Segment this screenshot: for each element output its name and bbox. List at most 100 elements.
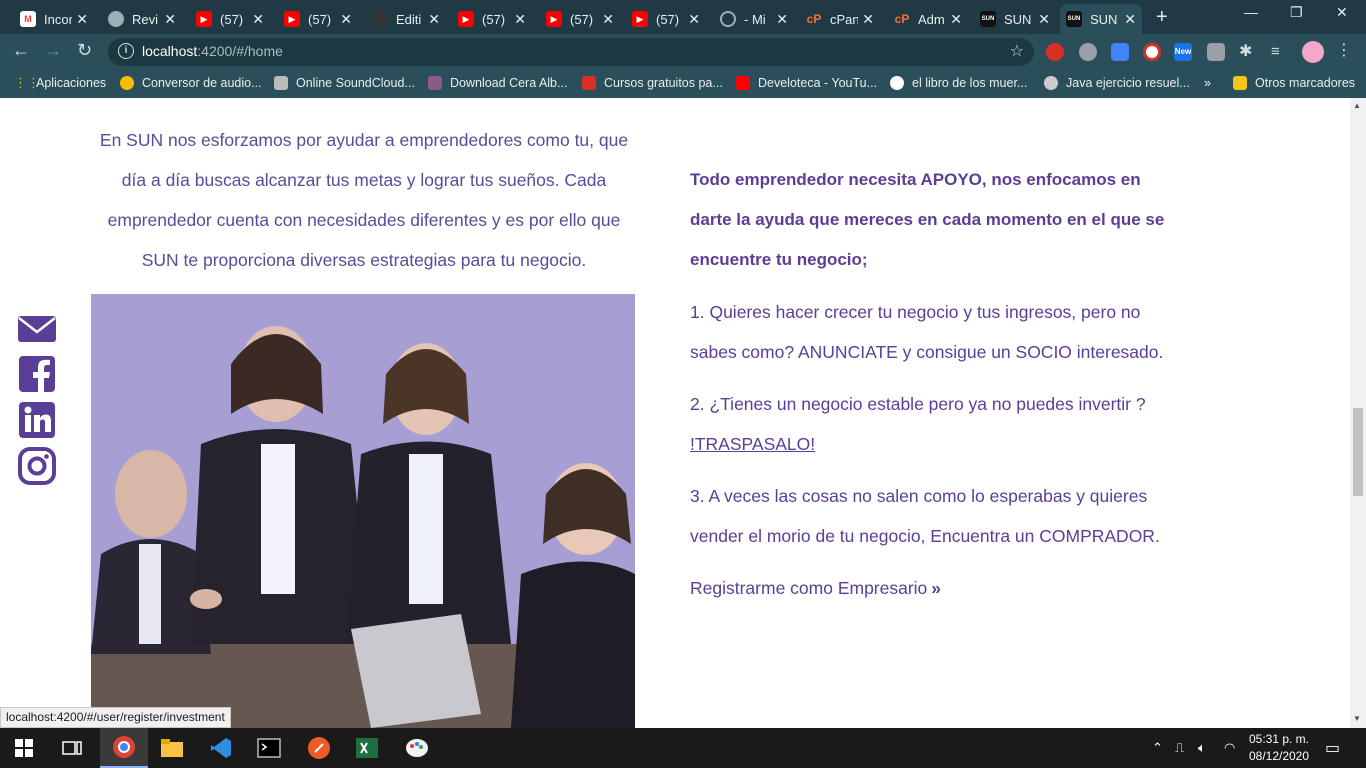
tab-5[interactable]: ▶ (57) ✕ [452, 4, 532, 34]
tab-7[interactable]: ▶ (57) ✕ [626, 4, 706, 34]
linkedin-icon[interactable] [17, 400, 57, 440]
notifications-icon[interactable]: ▭ [1325, 738, 1340, 758]
bookmark-7[interactable]: Java ejercicio resuel... [1044, 76, 1190, 90]
close-icon[interactable]: ✕ [1124, 11, 1136, 28]
close-icon[interactable]: ✕ [76, 11, 88, 28]
close-icon[interactable]: ✕ [602, 11, 614, 28]
scrollbar-thumb[interactable] [1353, 408, 1363, 496]
close-icon[interactable]: ✕ [950, 11, 962, 28]
close-icon[interactable]: ✕ [428, 11, 440, 28]
traspasalo-link[interactable]: !TRASPASALO! [690, 434, 815, 454]
translate-extension-icon[interactable] [1111, 43, 1129, 61]
soundcloud-icon [274, 76, 288, 90]
bookmark-3[interactable]: Download Cera Alb... [428, 76, 567, 90]
paint-icon[interactable] [393, 728, 441, 768]
page-scrollbar[interactable]: ▲ ▼ [1350, 98, 1366, 728]
tab-1[interactable]: Revi ✕ [102, 4, 182, 34]
bookmark-1[interactable]: Conversor de audio... [120, 76, 262, 90]
sun-icon: SUN [980, 11, 996, 27]
reload-icon[interactable]: ↻ [77, 40, 92, 61]
bookmarks-more[interactable]: » [1204, 76, 1211, 90]
bookmark-star-icon[interactable]: ☆ [1010, 41, 1024, 61]
spiral-icon [720, 11, 736, 27]
adblock-extension-icon[interactable] [1046, 43, 1064, 61]
media-queue-icon[interactable]: ≡ [1271, 43, 1289, 61]
download-icon [428, 76, 442, 90]
scroll-down-icon[interactable]: ▼ [1353, 714, 1361, 723]
facebook-icon[interactable] [17, 354, 57, 394]
chevron-up-icon[interactable]: ⌃ [1152, 740, 1163, 756]
social-links [17, 308, 59, 492]
bookmark-2[interactable]: Online SoundCloud... [274, 76, 415, 90]
close-icon[interactable]: ✕ [776, 11, 788, 28]
vscode-icon[interactable] [197, 728, 245, 768]
close-icon[interactable]: ✕ [340, 11, 352, 28]
gmail-icon: M [20, 11, 36, 27]
tab-6[interactable]: ▶ (57) ✕ [540, 4, 620, 34]
tab-12-active[interactable]: SUN SUN ✕ [1060, 4, 1142, 34]
bookmark-label: Online SoundCloud... [296, 76, 415, 90]
new-tab-icon[interactable]: + [1156, 6, 1168, 29]
tab-title: (57) [482, 11, 506, 27]
forward-icon[interactable]: → [44, 40, 62, 61]
network-icon[interactable]: ⎍ [1175, 740, 1184, 756]
new-badge-label: New [1174, 47, 1192, 56]
cpanel-icon: cP [806, 12, 822, 26]
system-clock[interactable]: 05:31 p. m. 08/12/2020 [1244, 731, 1314, 765]
tab-8[interactable]: - Mi ✕ [714, 4, 794, 34]
bookmark-5[interactable]: Develoteca - YouTu... [736, 76, 877, 90]
new-badge-extension-icon[interactable]: New [1174, 43, 1192, 61]
tab-9[interactable]: cP cPan ✕ [800, 4, 880, 34]
tab-4[interactable]: Editi ✕ [366, 4, 446, 34]
info-icon[interactable]: i [118, 43, 134, 59]
back-icon[interactable]: ← [12, 40, 30, 61]
bookmark-6[interactable]: el libro de los muer... [890, 76, 1027, 90]
close-icon[interactable]: ✕ [862, 11, 874, 28]
address-bar[interactable]: i localhost:4200/#/home ☆ [108, 38, 1034, 66]
bookmark-apps[interactable]: ⋮⋮ Aplicaciones [14, 76, 106, 91]
tab-11[interactable]: SUN SUN ✕ [974, 4, 1056, 34]
task-view-icon[interactable] [48, 728, 96, 768]
extensions-puzzle-icon[interactable]: ✱ [1239, 43, 1257, 61]
tab-title: (57) [656, 11, 680, 27]
bookmark-label: Otros marcadores [1255, 76, 1356, 90]
chevron-right-icon: » [1204, 76, 1211, 90]
tab-2[interactable]: ▶ (57) ✕ [190, 4, 270, 34]
bookmark-other[interactable]: Otros marcadores [1233, 76, 1355, 90]
close-icon[interactable]: ✕ [252, 11, 264, 28]
settings-extension-icon[interactable] [1079, 43, 1097, 61]
bookmark-4[interactable]: Cursos gratuitos pa... [582, 76, 723, 90]
postman-icon[interactable] [295, 728, 343, 768]
email-icon[interactable] [17, 308, 57, 348]
tab-3[interactable]: ▶ (57) ✕ [278, 4, 358, 34]
restore-icon[interactable]: ❐ [1290, 4, 1303, 21]
code-extension-icon[interactable] [1207, 43, 1225, 61]
tab-0[interactable]: M Incor ✕ [14, 4, 94, 34]
wifi-icon[interactable]: ◠ [1224, 740, 1235, 756]
chrome-taskbar-icon[interactable] [100, 728, 148, 768]
tab-10[interactable]: cP Adm ✕ [888, 4, 968, 34]
sun-icon: SUN [1066, 11, 1082, 27]
file-explorer-icon[interactable] [148, 728, 196, 768]
menu-kebab-icon[interactable]: ⋮ [1336, 40, 1352, 60]
close-window-icon[interactable]: ✕ [1336, 4, 1348, 21]
excel-icon[interactable] [343, 728, 391, 768]
register-business-link[interactable]: Registrarme como Empresario» [690, 568, 1170, 608]
terminal-icon[interactable] [245, 728, 293, 768]
photo-illustration [91, 294, 635, 728]
windows-start-icon[interactable] [0, 728, 48, 768]
youtube-icon: ▶ [284, 11, 300, 27]
close-icon[interactable]: ✕ [514, 11, 526, 28]
close-icon[interactable]: ✕ [1038, 11, 1050, 28]
globe-icon [108, 11, 124, 27]
close-icon[interactable]: ✕ [164, 11, 176, 28]
block-extension-icon[interactable] [1143, 43, 1161, 61]
minimize-icon[interactable]: — [1244, 4, 1258, 20]
scroll-up-icon[interactable]: ▲ [1353, 101, 1361, 110]
instagram-icon[interactable] [17, 446, 57, 486]
close-icon[interactable]: ✕ [688, 11, 700, 28]
tab-title: Incor [44, 11, 73, 27]
profile-avatar[interactable] [1302, 41, 1324, 63]
address-url[interactable]: localhost:4200/#/home [142, 43, 283, 59]
volume-icon[interactable]: 🔈︎ [1198, 740, 1206, 756]
